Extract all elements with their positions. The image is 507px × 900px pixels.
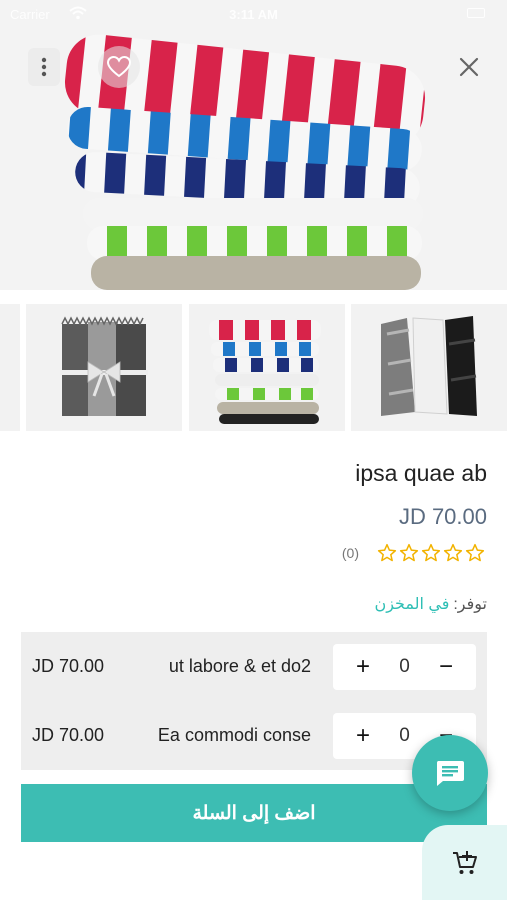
add-to-cart-icon <box>452 850 477 874</box>
close-icon <box>459 57 479 77</box>
thumbnail-gallery[interactable] <box>0 304 507 431</box>
thumbnail-grey-towels[interactable] <box>26 304 182 431</box>
more-options-button[interactable] <box>28 48 60 86</box>
availability-label: توفر: <box>453 596 487 613</box>
product-title: ipsa quae ab <box>355 460 487 486</box>
variant-price: JD 70.00 <box>32 725 105 745</box>
variant-row: JD 70.00 ut labore & et do2 + 0 − <box>21 632 487 701</box>
chat-button[interactable] <box>412 735 488 811</box>
variant-price: JD 70.00 <box>32 656 105 676</box>
quantity-value: 0 <box>399 725 410 746</box>
cart-button[interactable] <box>422 825 507 900</box>
quantity-value: 0 <box>399 656 410 677</box>
battery-icon <box>467 8 485 18</box>
availability-row: توفر: في المخزن <box>374 594 487 614</box>
star-outline-icon[interactable] <box>399 543 419 563</box>
star-outline-icon[interactable] <box>443 543 463 563</box>
star-outline-icon[interactable] <box>377 543 397 563</box>
decrement-button[interactable]: − <box>434 655 458 679</box>
star-outline-icon[interactable] <box>465 543 485 563</box>
status-bar: Carrier 3:11 AM <box>0 0 507 30</box>
thumbnail-hanging-towels[interactable] <box>351 304 507 431</box>
variant-list: JD 70.00 ut labore & et do2 + 0 − JD 70.… <box>21 632 487 770</box>
rating-count: (0) <box>341 545 359 561</box>
increment-button[interactable]: + <box>351 655 375 679</box>
product-price: JD 70.00 <box>398 504 487 529</box>
more-vertical-icon <box>41 57 47 77</box>
availability-value: في المخزن <box>374 596 450 613</box>
heart-outline-icon <box>107 56 131 78</box>
chat-bubble-icon <box>436 761 464 786</box>
rating-row[interactable]: (0) <box>342 543 485 563</box>
thumbnail-partial[interactable] <box>0 304 20 431</box>
striped-stack-image <box>209 320 321 424</box>
grey-towels-image <box>60 316 148 416</box>
variant-name: ut labore & et do2 <box>168 656 311 676</box>
star-rating[interactable] <box>377 543 485 563</box>
favorite-button[interactable] <box>98 46 140 88</box>
quantity-stepper: + 0 − <box>333 644 476 690</box>
star-outline-icon[interactable] <box>421 543 441 563</box>
status-time: 3:11 AM <box>229 7 278 22</box>
close-button[interactable] <box>448 46 490 88</box>
product-main-image[interactable] <box>0 0 507 290</box>
hanging-towels-image <box>381 316 477 416</box>
variant-name: Ea commodi conse <box>157 725 311 745</box>
thumbnail-striped-stack[interactable] <box>189 304 345 431</box>
increment-button[interactable]: + <box>351 724 375 748</box>
